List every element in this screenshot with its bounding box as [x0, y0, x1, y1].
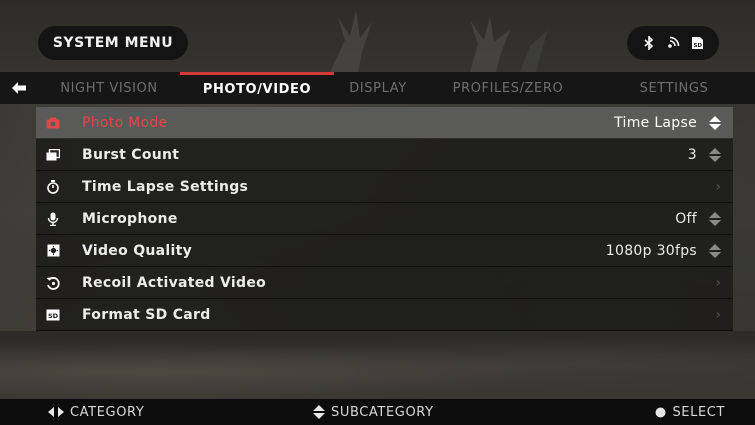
svg-text:SD: SD: [48, 312, 59, 320]
menu-item-label: Microphone: [82, 210, 178, 227]
left-right-arrows-icon: [48, 407, 64, 417]
up-down-arrows-icon: [313, 405, 325, 419]
menu-item-label: Recoil Activated Video: [82, 274, 267, 291]
tab-profiles-zero[interactable]: PROFILES/ZERO: [422, 72, 594, 104]
menu-item-format-sd-card[interactable]: SD Format SD Card ›: [36, 299, 733, 331]
chevron-right-icon: ›: [715, 178, 721, 195]
menu-item-photo-mode[interactable]: Photo Mode Time Lapse: [36, 107, 733, 139]
hint-subcategory: SUBCATEGORY: [313, 405, 434, 420]
select-dot-icon: [655, 407, 666, 417]
hint-select-label: SELECT: [672, 404, 725, 420]
menu-item-label: Time Lapse Settings: [82, 178, 249, 195]
back-button[interactable]: [0, 72, 38, 104]
sd-card-icon: SD: [690, 36, 704, 50]
up-down-icon[interactable]: [709, 243, 721, 259]
menu-item-value: 1080p 30fps: [605, 242, 697, 259]
menu-item-label: Photo Mode: [82, 114, 168, 131]
hint-category-label: CATEGORY: [70, 404, 145, 420]
back-arrow-icon: [12, 82, 26, 94]
sd-format-icon: SD: [36, 309, 70, 321]
tab-settings[interactable]: SETTINGS: [594, 72, 754, 104]
menu-item-value: Time Lapse: [614, 114, 697, 131]
svg-text:SD: SD: [693, 43, 702, 49]
settings-list: Photo Mode Time Lapse Burst Count 3 Time…: [36, 107, 733, 331]
menu-item-burst-count[interactable]: Burst Count 3: [36, 139, 733, 171]
menu-item-time-lapse-settings[interactable]: Time Lapse Settings ›: [36, 171, 733, 203]
status-indicators: SD: [627, 26, 719, 60]
menu-item-label: Burst Count: [82, 146, 180, 163]
chevron-right-icon: ›: [715, 306, 721, 323]
menu-item-value: 3: [687, 146, 697, 163]
wifi-icon: [666, 36, 680, 50]
chevron-right-icon: ›: [715, 274, 721, 291]
recoil-icon: [36, 276, 70, 290]
tab-display[interactable]: DISPLAY: [334, 72, 422, 104]
hint-category: CATEGORY: [48, 405, 144, 420]
up-down-icon[interactable]: [709, 211, 721, 227]
page-title: SYSTEM MENU: [38, 26, 188, 60]
tab-photo-video[interactable]: PHOTO/VIDEO: [180, 72, 334, 104]
top-bar: SYSTEM MENU SD: [0, 0, 755, 72]
background-scene: [0, 331, 755, 399]
up-down-icon[interactable]: [709, 115, 721, 131]
camera-icon: [36, 117, 70, 129]
menu-item-recoil-activated-video[interactable]: Recoil Activated Video ›: [36, 267, 733, 299]
menu-item-microphone[interactable]: Microphone Off: [36, 203, 733, 235]
tab-night-vision[interactable]: NIGHT VISION: [38, 72, 180, 104]
device-screen: SYSTEM MENU SD NIGHT VISION PHOTO/VIDEO …: [0, 0, 755, 425]
up-down-icon[interactable]: [709, 147, 721, 163]
bluetooth-icon: [642, 36, 656, 50]
category-tabs: NIGHT VISION PHOTO/VIDEO DISPLAY PROFILE…: [0, 72, 755, 104]
hint-bar: CATEGORY SUBCATEGORY SELECT: [0, 399, 755, 425]
microphone-icon: [36, 212, 70, 226]
menu-item-label: Format SD Card: [82, 306, 211, 323]
hint-subcategory-label: SUBCATEGORY: [331, 404, 434, 420]
menu-item-video-quality[interactable]: Video Quality 1080p 30fps: [36, 235, 733, 267]
menu-item-value: Off: [675, 210, 697, 227]
stopwatch-icon: [36, 179, 70, 194]
video-quality-icon: [36, 244, 70, 257]
burst-icon: [36, 148, 70, 161]
hint-select: SELECT: [655, 405, 725, 420]
menu-item-label: Video Quality: [82, 242, 193, 259]
